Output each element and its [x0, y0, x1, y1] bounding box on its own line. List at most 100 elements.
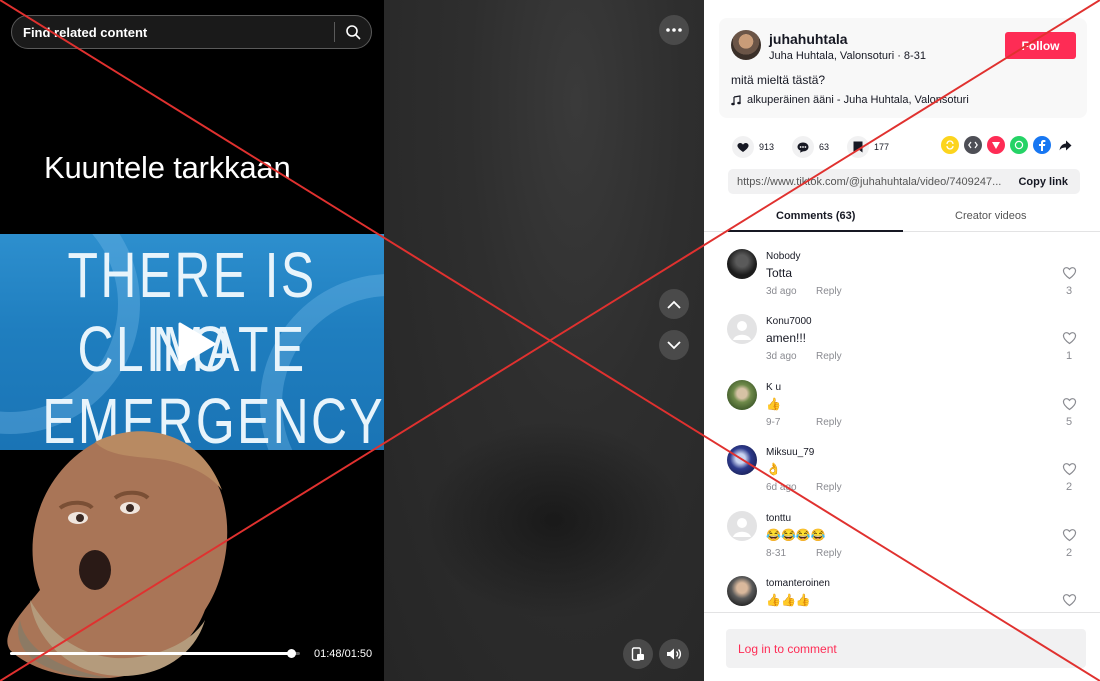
- tab-active-indicator: [728, 230, 903, 232]
- author-line: Juha Huhtala, Valonsoturi · 8-31: [769, 50, 926, 62]
- commenter-name[interactable]: tonttu: [766, 513, 791, 524]
- share-link-url[interactable]: https://www.tiktok.com/@juhahuhtala/vide…: [728, 176, 1006, 188]
- embed-icon: [968, 141, 978, 149]
- progress-bar[interactable]: [10, 649, 300, 658]
- commenter-avatar[interactable]: [727, 576, 757, 606]
- comment-text: 👍: [766, 397, 781, 411]
- panel-tabs: Comments (63) Creator videos: [704, 203, 1100, 232]
- share-buttons: [941, 136, 1074, 154]
- whatsapp-button[interactable]: [1010, 136, 1028, 154]
- presenter-face-image: [7, 431, 228, 679]
- heart-outline-icon[interactable]: [1062, 266, 1077, 280]
- miniplayer-icon: [631, 647, 644, 661]
- progress-fill: [10, 652, 292, 655]
- video-backdrop: [384, 0, 704, 681]
- comment-footer: Log in to comment: [704, 612, 1100, 681]
- comment-item: tomanteroinen 👍👍👍: [704, 567, 1100, 612]
- next-video-button[interactable]: [659, 330, 689, 360]
- comment-date: 3d ago: [766, 351, 797, 362]
- reply-button[interactable]: Reply: [816, 351, 842, 362]
- comment-item: tonttu 😂😂😂😂 8-31 Reply 2: [704, 502, 1100, 564]
- comment-like-count: 1: [1065, 350, 1073, 362]
- send-icon: [992, 142, 1000, 149]
- reply-button[interactable]: Reply: [816, 286, 842, 297]
- tab-comments[interactable]: Comments (63): [776, 210, 855, 222]
- commenter-avatar[interactable]: [727, 511, 757, 541]
- facebook-button[interactable]: [1033, 136, 1051, 154]
- reply-button[interactable]: Reply: [816, 417, 842, 428]
- follow-button[interactable]: Follow: [1005, 32, 1076, 59]
- play-button[interactable]: [176, 322, 216, 366]
- more-options-button[interactable]: [659, 15, 689, 45]
- author-handle[interactable]: juhahuhtala: [769, 31, 848, 47]
- progress-knob[interactable]: [287, 649, 297, 658]
- like-button[interactable]: 913: [732, 136, 774, 158]
- post-description: mitä mieltä tästä?: [731, 73, 826, 87]
- repost-button[interactable]: [941, 136, 959, 154]
- search-bar[interactable]: [11, 15, 372, 49]
- comment-date: 9-7: [766, 417, 781, 428]
- embed-button[interactable]: [964, 136, 982, 154]
- share-link-box: https://www.tiktok.com/@juhahuhtala/vide…: [728, 169, 1080, 194]
- comment-text: 👍👍👍: [766, 593, 811, 607]
- send-button[interactable]: [987, 136, 1005, 154]
- comment-date: 8-31: [766, 548, 787, 559]
- commenter-name[interactable]: K u: [766, 382, 781, 393]
- search-icon: [346, 25, 361, 40]
- comment-text: Totta: [766, 266, 793, 280]
- comment-item: Miksuu_79 👌 6d ago Reply 2: [704, 436, 1100, 498]
- commenter-name[interactable]: Nobody: [766, 251, 800, 262]
- more-share-button[interactable]: [1056, 136, 1074, 154]
- music-title: alkuperäinen ääni - Juha Huhtala, Valons…: [747, 94, 969, 106]
- commenter-name[interactable]: Konu7000: [766, 316, 812, 327]
- music-line[interactable]: alkuperäinen ääni - Juha Huhtala, Valons…: [731, 94, 969, 106]
- search-input[interactable]: [12, 24, 334, 40]
- heart-icon: [737, 142, 749, 152]
- music-note-icon: [731, 94, 741, 105]
- commenter-avatar[interactable]: [727, 445, 757, 475]
- video-caption: Kuuntele tarkkaan: [44, 150, 291, 185]
- commenter-name[interactable]: tomanteroinen: [766, 578, 830, 589]
- heart-outline-icon[interactable]: [1062, 593, 1077, 607]
- previous-video-button[interactable]: [659, 289, 689, 319]
- time-readout: 01:48/01:50: [314, 648, 373, 660]
- post-info-card: juhahuhtala Juha Huhtala, Valonsoturi · …: [719, 18, 1087, 118]
- comment-button[interactable]: 63: [792, 136, 829, 158]
- commenter-name[interactable]: Miksuu_79: [766, 447, 814, 458]
- share-arrow-icon: [1059, 140, 1071, 150]
- video-player[interactable]: Kuuntele tarkkaan THERE IS NO CLIMATE EM…: [0, 0, 384, 681]
- heart-outline-icon[interactable]: [1062, 331, 1077, 345]
- reply-button[interactable]: Reply: [816, 482, 842, 493]
- like-count: 913: [759, 142, 775, 152]
- commenter-avatar[interactable]: [727, 380, 757, 410]
- whatsapp-icon: [1014, 140, 1024, 150]
- author-avatar[interactable]: [731, 30, 761, 60]
- heart-outline-icon[interactable]: [1062, 397, 1077, 411]
- volume-button[interactable]: [659, 639, 689, 669]
- comment-list: Nobody Totta 3d ago Reply 3 Konu7000 ame…: [704, 240, 1100, 612]
- heart-outline-icon[interactable]: [1062, 462, 1077, 476]
- comment-date: 3d ago: [766, 286, 797, 297]
- play-icon: [178, 322, 216, 366]
- heart-outline-icon[interactable]: [1062, 528, 1077, 542]
- copy-link-button[interactable]: Copy link: [1006, 175, 1080, 188]
- engagement-stats: 913 63 177: [732, 136, 907, 158]
- comment-count: 63: [819, 142, 830, 152]
- comment-date: 6d ago: [766, 482, 797, 493]
- commenter-avatar[interactable]: [727, 314, 757, 344]
- chevron-down-icon: [667, 340, 681, 349]
- comment-like-count: 2: [1065, 481, 1073, 493]
- search-button[interactable]: [335, 15, 371, 49]
- comment-text: 😂😂😂😂: [766, 528, 826, 542]
- comment-text: amen!!!: [766, 331, 807, 345]
- floating-player-button[interactable]: [623, 639, 653, 669]
- comment-icon: [797, 142, 809, 153]
- speaker-icon: [667, 648, 682, 660]
- comment-like-count: 3: [1065, 285, 1073, 297]
- commenter-avatar[interactable]: [727, 249, 757, 279]
- bookmark-icon: [853, 141, 863, 153]
- reply-button[interactable]: Reply: [816, 548, 842, 559]
- favorite-button[interactable]: 177: [847, 136, 889, 158]
- login-to-comment-button[interactable]: Log in to comment: [726, 629, 1086, 668]
- tab-creator-videos[interactable]: Creator videos: [955, 210, 1027, 222]
